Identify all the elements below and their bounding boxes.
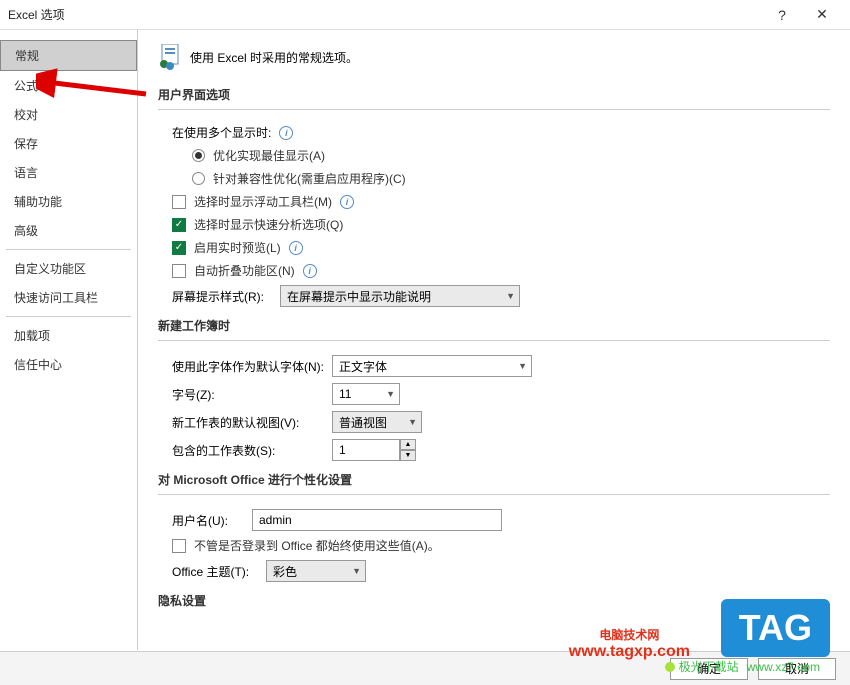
- multi-monitor-label: 在使用多个显示时:: [172, 124, 271, 141]
- font-size-value: 11: [339, 387, 351, 401]
- titlebar: Excel 选项 ? ✕: [0, 0, 850, 30]
- sidebar-item-formulas[interactable]: 公式: [0, 71, 137, 100]
- quick-analysis-label: 选择时显示快速分析选项(Q): [194, 216, 343, 233]
- chevron-down-icon: ▼: [386, 389, 395, 399]
- font-size-combo[interactable]: 11 ▼: [332, 383, 400, 405]
- section-new-workbook-title: 新建工作簿时: [158, 317, 830, 334]
- radio-compat[interactable]: [192, 172, 205, 185]
- window-title: Excel 选项: [8, 6, 762, 23]
- default-font-value: 正文字体: [339, 358, 387, 375]
- section-privacy-title: 隐私设置: [158, 592, 830, 609]
- sheet-count-label: 包含的工作表数(S):: [172, 442, 324, 459]
- sidebar-separator: [6, 249, 131, 250]
- office-theme-label: Office 主题(T):: [172, 563, 258, 580]
- help-button[interactable]: ?: [762, 7, 802, 23]
- default-view-label: 新工作表的默认视图(V):: [172, 414, 324, 431]
- checkbox-auto-collapse[interactable]: [172, 264, 186, 278]
- floating-toolbar-label: 选择时显示浮动工具栏(M): [194, 193, 332, 210]
- chevron-down-icon: ▼: [352, 566, 361, 576]
- office-theme-value: 彩色: [273, 563, 297, 580]
- info-icon[interactable]: i: [303, 264, 317, 278]
- section-ui-title: 用户界面选项: [158, 86, 830, 103]
- screentip-combo[interactable]: 在屏幕提示中显示功能说明 ▼: [280, 285, 520, 307]
- radio-optimize-label: 优化实现最佳显示(A): [213, 147, 325, 164]
- chevron-down-icon: ▼: [408, 417, 417, 427]
- always-use-label: 不管是否登录到 Office 都始终使用这些值(A)。: [194, 537, 440, 554]
- username-label: 用户名(U):: [172, 512, 244, 529]
- header-text: 使用 Excel 时采用的常规选项。: [190, 49, 358, 66]
- chevron-down-icon: ▼: [518, 361, 527, 371]
- sidebar: 常规 公式 校对 保存 语言 辅助功能 高级 自定义功能区 快速访问工具栏 加载…: [0, 30, 138, 650]
- screentip-label: 屏幕提示样式(R):: [172, 288, 264, 305]
- sidebar-item-accessibility[interactable]: 辅助功能: [0, 187, 137, 216]
- spin-down[interactable]: ▼: [400, 450, 416, 461]
- sidebar-item-trust-center[interactable]: 信任中心: [0, 350, 137, 379]
- content-pane: 使用 Excel 时采用的常规选项。 用户界面选项 在使用多个显示时: i 优化…: [138, 30, 850, 650]
- divider: [158, 109, 830, 110]
- sidebar-item-addins[interactable]: 加载项: [0, 321, 137, 350]
- close-button[interactable]: ✕: [802, 6, 842, 23]
- sidebar-item-general[interactable]: 常规: [0, 40, 137, 71]
- radio-optimize-display[interactable]: [192, 149, 205, 162]
- sidebar-item-advanced[interactable]: 高级: [0, 216, 137, 245]
- footer: 确定 取消: [0, 651, 850, 685]
- live-preview-label: 启用实时预览(L): [194, 239, 281, 256]
- sheet-count-input[interactable]: [332, 439, 400, 461]
- sidebar-item-quick-access[interactable]: 快速访问工具栏: [0, 283, 137, 312]
- ok-button[interactable]: 确定: [670, 658, 748, 680]
- info-icon[interactable]: i: [279, 126, 293, 140]
- spin-up[interactable]: ▲: [400, 439, 416, 450]
- default-font-combo[interactable]: 正文字体 ▼: [332, 355, 532, 377]
- checkbox-quick-analysis[interactable]: [172, 218, 186, 232]
- sidebar-item-proofing[interactable]: 校对: [0, 100, 137, 129]
- sidebar-separator: [6, 316, 131, 317]
- font-size-label: 字号(Z):: [172, 386, 324, 403]
- radio-compat-label: 针对兼容性优化(需重启应用程序)(C): [213, 170, 406, 187]
- info-icon[interactable]: i: [340, 195, 354, 209]
- cancel-button[interactable]: 取消: [758, 658, 836, 680]
- sidebar-item-language[interactable]: 语言: [0, 158, 137, 187]
- options-icon: [158, 44, 180, 70]
- sheet-count-spinbox[interactable]: ▲ ▼: [332, 439, 416, 461]
- checkbox-live-preview[interactable]: [172, 241, 186, 255]
- auto-collapse-label: 自动折叠功能区(N): [194, 262, 295, 279]
- section-personal-title: 对 Microsoft Office 进行个性化设置: [158, 471, 830, 488]
- default-view-value: 普通视图: [339, 414, 387, 431]
- divider: [158, 494, 830, 495]
- chevron-down-icon: ▼: [506, 291, 515, 301]
- default-view-combo[interactable]: 普通视图 ▼: [332, 411, 422, 433]
- screentip-value: 在屏幕提示中显示功能说明: [287, 288, 431, 305]
- username-input[interactable]: [252, 509, 502, 531]
- main-area: 常规 公式 校对 保存 语言 辅助功能 高级 自定义功能区 快速访问工具栏 加载…: [0, 30, 850, 650]
- checkbox-floating-toolbar[interactable]: [172, 195, 186, 209]
- office-theme-combo[interactable]: 彩色 ▼: [266, 560, 366, 582]
- checkbox-always-use-values[interactable]: [172, 539, 186, 553]
- info-icon[interactable]: i: [289, 241, 303, 255]
- sidebar-item-save[interactable]: 保存: [0, 129, 137, 158]
- divider: [158, 340, 830, 341]
- default-font-label: 使用此字体作为默认字体(N):: [172, 358, 324, 375]
- sidebar-item-customize-ribbon[interactable]: 自定义功能区: [0, 254, 137, 283]
